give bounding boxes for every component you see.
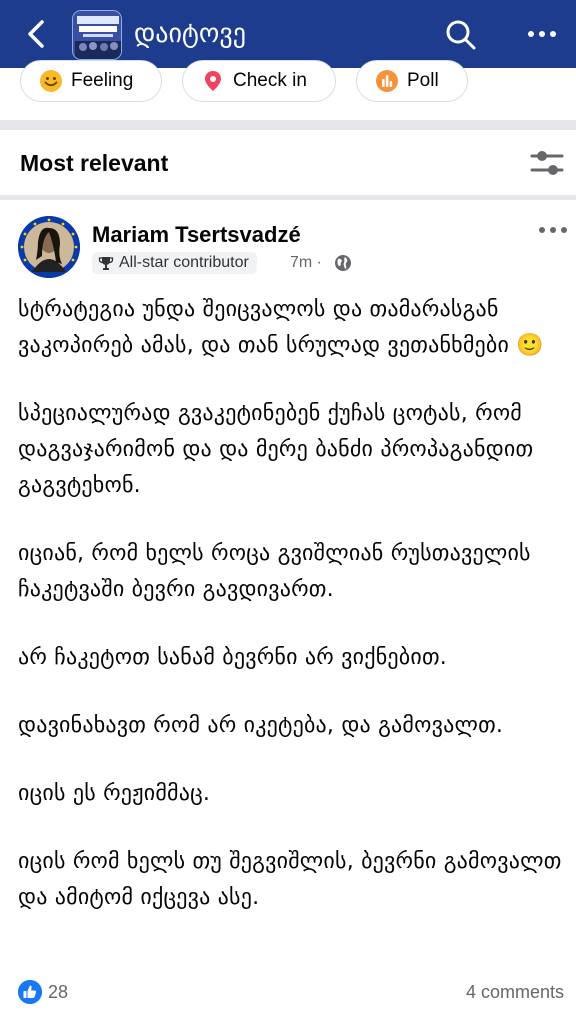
comments-count[interactable]: 4 comments [466, 982, 564, 1003]
feeling-label: Feeling [71, 70, 134, 91]
like-reaction-icon[interactable] [18, 980, 42, 1004]
feeling-chip[interactable]: Feeling [20, 60, 162, 102]
poll-icon [375, 69, 399, 93]
poll-chip[interactable]: Poll [356, 60, 468, 102]
author-avatar[interactable] [18, 216, 80, 278]
post-paragraph: სტრატეგია უნდა შეიცვალოს და თამარასგან ვ… [18, 297, 544, 358]
post-text: სტრატეგია უნდა შეიცვალოს და თამარასგან ვ… [18, 292, 568, 916]
more-horizontal-icon [528, 31, 556, 37]
contributor-badge[interactable]: All-star contributor [92, 252, 257, 274]
group-title[interactable]: დაიტოვე [134, 18, 246, 50]
post-options-button[interactable] [536, 222, 572, 238]
check-in-chip[interactable]: Check in [182, 60, 336, 102]
check-in-label: Check in [233, 70, 307, 91]
post-reactions-bar: 28 4 comments [0, 978, 576, 1010]
post-time[interactable]: 7m · [290, 252, 322, 274]
post-paragraph: სპეციალურად გვაკეტინებენ ქუჩას ცოტას, რო… [18, 401, 534, 498]
filter-button[interactable] [530, 148, 564, 178]
sliders-icon [530, 151, 564, 175]
globe-icon [335, 255, 351, 271]
post-paragraph: იცის რომ ხელს თუ შეგვიშლის, ბევრნი გამოვ… [18, 849, 562, 910]
trophy-icon [98, 257, 114, 270]
composer-actions: Feeling Check in Poll [0, 60, 576, 120]
sort-bar: Most relevant [0, 130, 576, 196]
sort-label[interactable]: Most relevant [20, 150, 168, 177]
search-icon [446, 20, 476, 50]
back-button[interactable] [20, 16, 52, 52]
section-divider [0, 120, 576, 130]
chevron-left-icon [28, 20, 44, 48]
author-name[interactable]: Mariam Tsertsvadzé [92, 222, 301, 248]
post-paragraph: არ ჩაკეტოთ სანამ ბევრნი არ ვიქნებით. [18, 645, 447, 670]
post-paragraph: დავინახავთ რომ არ იკეტება, და გამოვალთ. [18, 713, 504, 738]
group-avatar[interactable] [72, 10, 122, 60]
post-paragraph: იცის ეს რეჟიმმაც. [18, 781, 211, 806]
badge-label: All-star contributor [119, 254, 249, 271]
post-header: Mariam Tsertsvadzé All-star contributor … [0, 200, 576, 288]
location-pin-icon [201, 69, 225, 93]
post-paragraph: იციან, რომ ხელს როცა გვიშლიან რუსთაველის… [18, 541, 531, 602]
poll-label: Poll [407, 70, 439, 91]
more-options-button[interactable] [522, 22, 562, 46]
top-navigation-bar: დაიტოვე [0, 0, 576, 68]
search-button[interactable] [444, 18, 478, 52]
like-count[interactable]: 28 [48, 982, 68, 1003]
more-horizontal-icon [539, 227, 567, 233]
smiley-icon [39, 69, 63, 93]
